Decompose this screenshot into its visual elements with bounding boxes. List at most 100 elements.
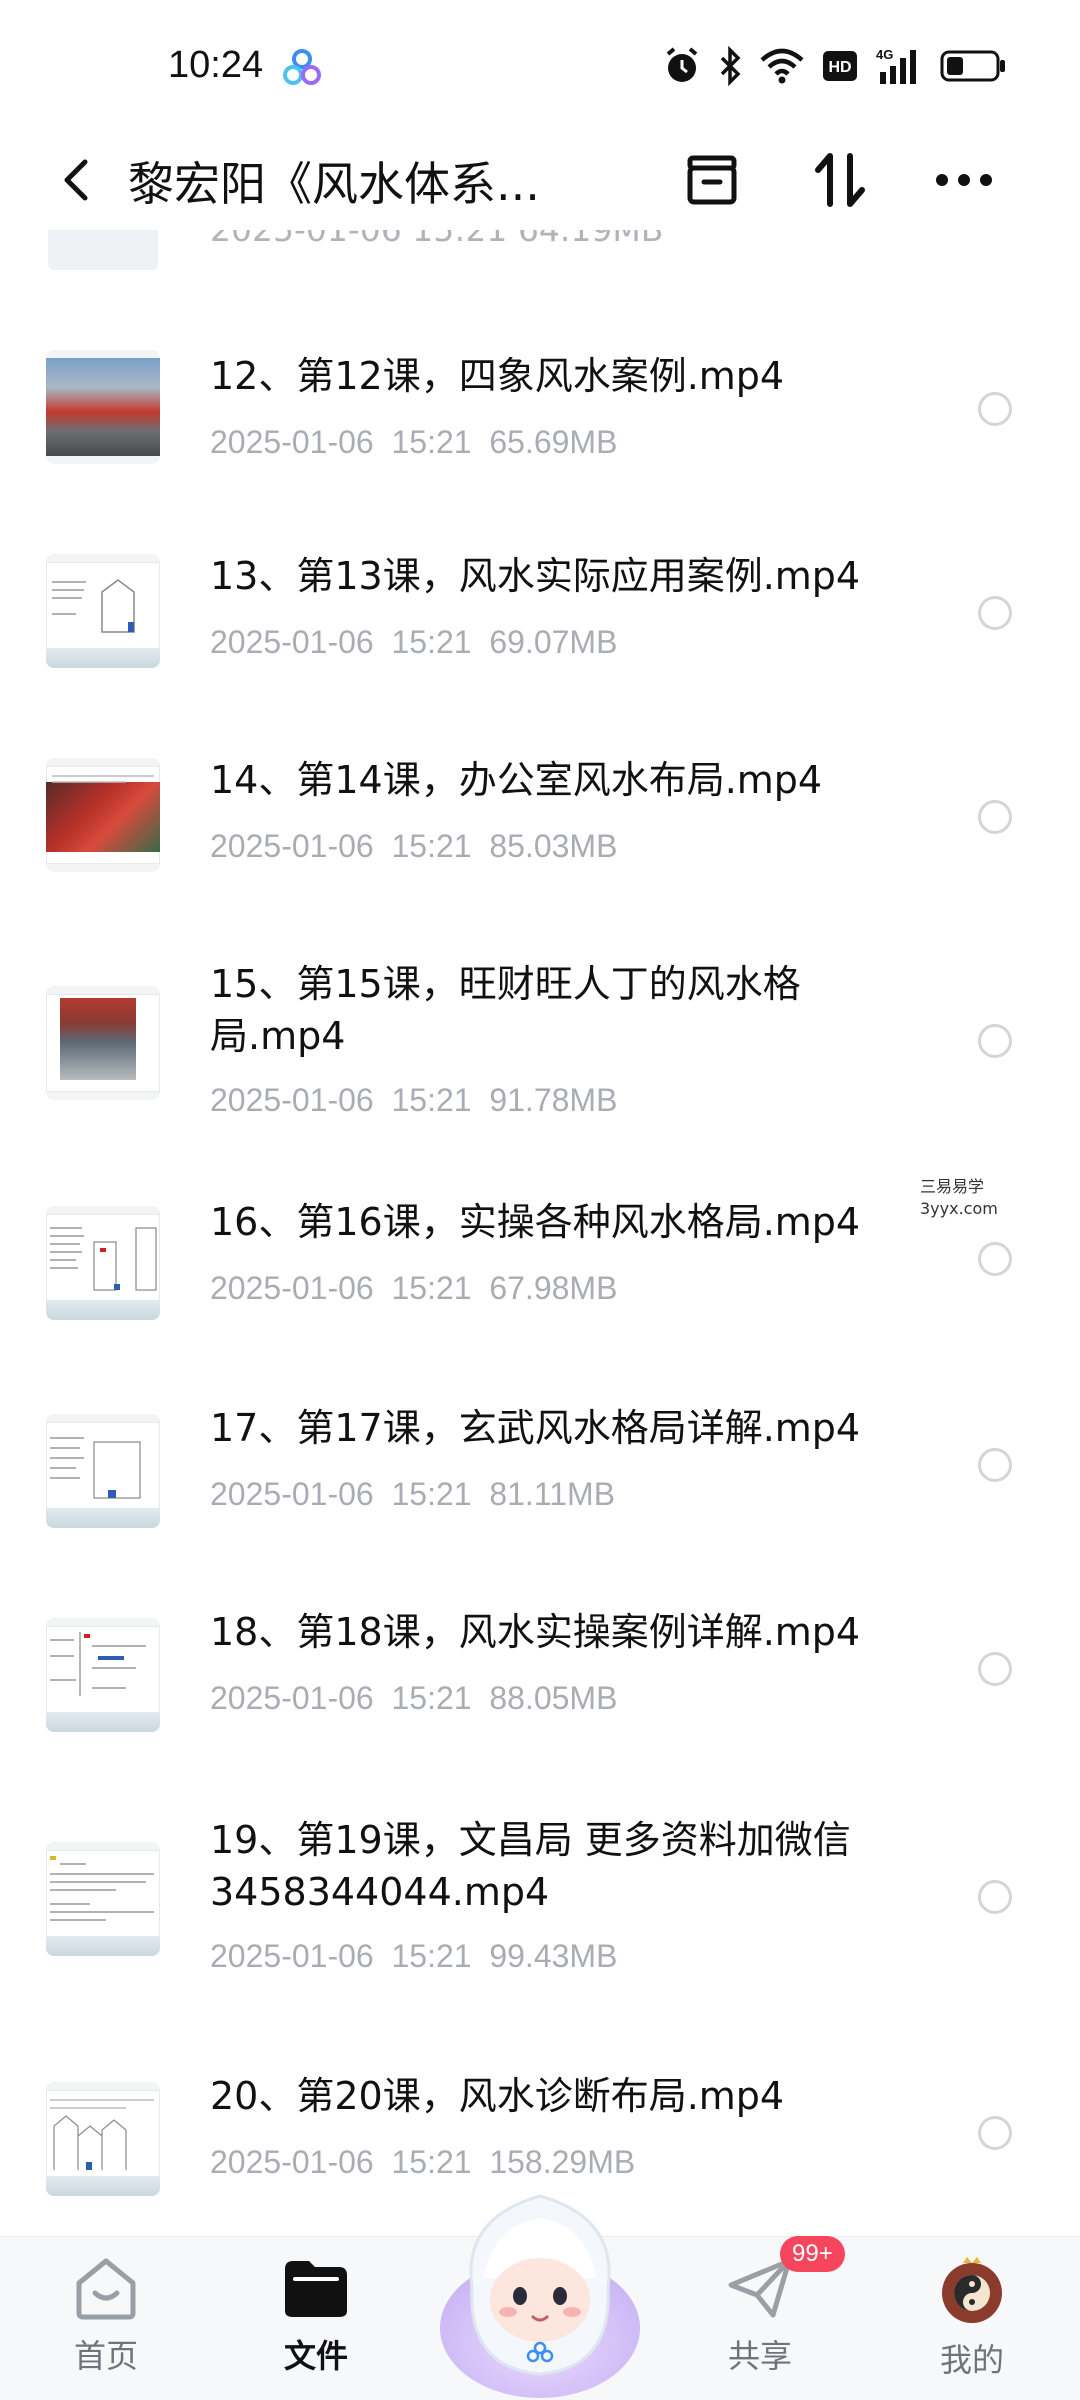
page-title: 黎宏阳《风水体系... [128,157,540,211]
file-meta: 2025-01-06 15:21 85.03MB [210,828,617,865]
back-button[interactable] [48,152,104,208]
avatar [942,2257,1002,2323]
file-date: 2025-01-06 [210,1270,374,1306]
file-meta: 2025-01-06 15:21 69.07MB [210,624,617,661]
mascot-button[interactable] [432,2178,648,2400]
file-thumbnail [46,1206,160,1320]
status-bar: 10:24 HD 4G [0,0,1080,130]
file-name: 17、第17课，玄武风水格局详解.mp4 [210,1406,861,1450]
archive-icon [687,155,737,205]
list-item[interactable]: 19、第19课，文昌局 更多资料加微信3458344044.mp4 2025-0… [0,1744,1080,1994]
file-thumbnail [46,986,160,1100]
file-name: 14、第14课，办公室风水布局.mp4 [210,758,823,802]
network-label: 4G [876,47,893,62]
file-date: 2025-01-06 [210,1938,374,1974]
nav-home-label: 首页 [73,2337,138,2375]
select-radio[interactable] [978,1024,1012,1058]
signal-4g-icon: 4G [876,47,916,84]
file-time: 15:21 [391,2144,472,2180]
nav-mine-label: 我的 [939,2341,1004,2379]
hd-label: HD [828,59,851,76]
file-meta: 2025-01-06 15:21 91.78MB [210,1082,617,1119]
select-radio[interactable] [978,596,1012,630]
file-meta: 2025-01-06 15:21 99.43MB [210,1938,617,1975]
list-item[interactable]: 12、第12课，四象风水案例.mp4 2025-01-06 15:21 65.6… [0,270,1080,474]
status-icons: HD 4G [664,46,1006,86]
file-time: 15:21 [391,828,472,864]
file-meta: 2025-01-06 15:21 81.11MB [210,1476,615,1513]
app-header: 黎宏阳《风水体系... [0,130,1080,230]
file-meta: 2025-01-06 15:21 88.05MB [210,1680,617,1717]
home-icon [76,2258,136,2320]
select-radio[interactable] [978,1448,1012,1482]
file-size: 91.78MB [489,1082,618,1118]
file-size: 158.29MB [489,2144,636,2180]
file-name: 16、第16课，实操各种风水格局.mp4 [210,1200,861,1244]
select-radio[interactable] [978,800,1012,834]
file-meta: 2025-01-06 15:21 65.69MB [210,424,617,461]
nav-files[interactable]: 文件 [246,2255,386,2395]
list-item[interactable]: 15、第15课，旺财旺人丁的风水格局.mp4 2025-01-06 15:21 … [0,882,1080,1132]
file-date: 2025-01-06 [210,424,374,460]
file-date: 2025-01-06 [210,1476,374,1512]
share-badge: 99+ [780,2236,845,2272]
select-radio[interactable] [978,392,1012,426]
file-time: 15:21 [391,1476,472,1512]
file-size: 69.07MB [489,624,618,660]
file-date: 2025-01-06 [210,1082,374,1118]
wifi-icon [760,48,804,84]
file-name: 13、第13课，风水实际应用案例.mp4 [210,554,861,598]
select-radio[interactable] [978,1242,1012,1276]
file-thumbnail [46,1618,160,1732]
more-icon [936,174,992,186]
file-time: 15:21 [391,1082,472,1118]
file-meta: 2025-01-06 15:21 158.29MB [210,2144,635,2181]
nav-files-label: 文件 [283,2337,348,2375]
sort-button[interactable] [808,148,872,212]
archive-button[interactable] [680,148,744,212]
list-item[interactable]: 13、第13课，风水实际应用案例.mp4 2025-01-06 15:21 69… [0,474,1080,678]
file-size: 81.11MB [489,1476,616,1512]
file-name: 19、第19课，文昌局 更多资料加微信3458344044.mp4 [210,1818,851,1914]
select-radio[interactable] [978,1880,1012,1914]
cloud-app-icon [283,49,321,85]
status-time: 10:24 [168,44,264,86]
file-name: 20、第20课，风水诊断布局.mp4 [210,2074,785,2118]
file-time: 15:21 [391,1680,472,1716]
file-thumbnail [48,230,158,270]
file-size: 99.43MB [489,1938,618,1974]
file-name: 12、第12课，四象风水案例.mp4 [210,354,785,398]
select-radio[interactable] [978,2116,1012,2150]
watermark-line2: 3yyx.com [920,1199,998,1218]
list-item[interactable]: 18、第18课，风水实操案例详解.mp4 2025-01-06 15:21 88… [0,1540,1080,1744]
nav-share[interactable]: 共享 [690,2255,830,2395]
sort-icon [815,153,865,207]
file-time: 15:21 [391,1938,472,1974]
watermark-line1: 三易易学 [920,1177,985,1196]
back-arrow-icon [64,159,88,201]
file-date: 2025-01-06 [210,828,374,864]
file-time: 15:21 [391,424,472,460]
file-thumbnail [46,350,160,464]
watermark: 三易易学 3yyx.com [920,1176,998,1220]
list-item[interactable]: 16、第16课，实操各种风水格局.mp4 2025-01-06 15:21 67… [0,1132,1080,1336]
alarm-icon [666,47,698,82]
file-name: 18、第18课，风水实操案例详解.mp4 [210,1610,861,1654]
list-item-partial[interactable]: 2025-01-06 15:21 64.19MB [0,230,1080,270]
nav-mine[interactable]: 我的 [902,2255,1042,2395]
file-size: 85.03MB [489,828,618,864]
list-item[interactable]: 14、第14课，办公室风水布局.mp4 2025-01-06 15:21 85.… [0,678,1080,882]
select-radio[interactable] [978,1652,1012,1686]
file-date: 2025-01-06 [210,1680,374,1716]
file-thumbnail [46,2082,160,2196]
folder-icon [285,2261,347,2317]
list-item[interactable]: 20、第20课，风水诊断布局.mp4 2025-01-06 15:21 158.… [0,1994,1080,2198]
file-thumbnail [46,1842,160,1956]
nav-share-label: 共享 [727,2337,792,2375]
more-button[interactable] [932,148,996,212]
list-item[interactable]: 17、第17课，玄武风水格局详解.mp4 2025-01-06 15:21 81… [0,1336,1080,1540]
nav-home[interactable]: 首页 [36,2255,176,2395]
file-thumbnail [46,1414,160,1528]
file-thumbnail [46,554,160,668]
file-meta: 2025-01-06 15:21 67.98MB [210,1270,617,1307]
